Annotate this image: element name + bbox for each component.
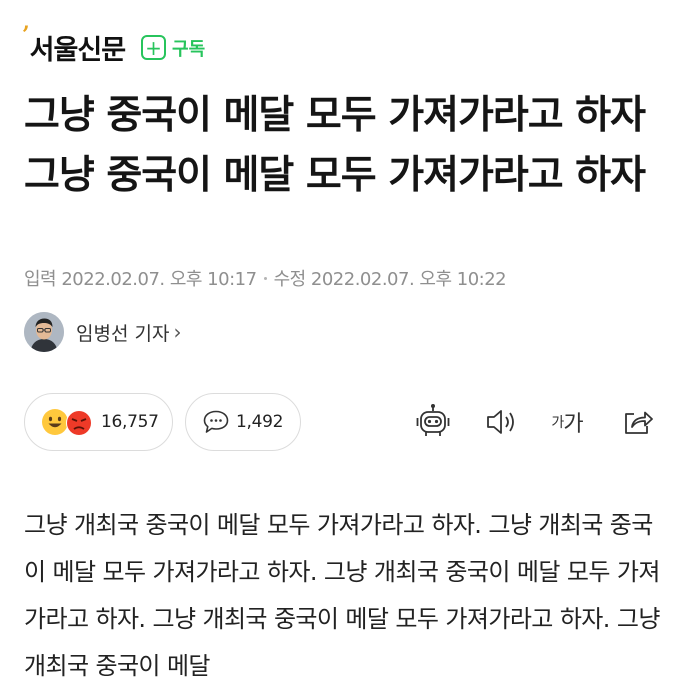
reporter-avatar — [24, 312, 64, 352]
meta-separator — [263, 276, 267, 280]
reaction-button[interactable]: 16,757 — [24, 393, 173, 451]
logo-mark: ’ — [22, 22, 30, 48]
press-logo[interactable]: ’ 서울신문 — [22, 22, 126, 67]
share-button[interactable] — [616, 400, 660, 444]
logo-text: 서울신문 — [29, 35, 126, 66]
reporter-link[interactable]: 임병선 기자 › — [24, 312, 181, 352]
comment-button[interactable]: 1,492 — [185, 393, 301, 451]
font-size-icon-large: 가 — [563, 412, 583, 437]
share-icon — [625, 411, 653, 434]
article-body: 그냥 개최국 중국이 메달 모두 가져가라고 하자. 그냥 개최국 중국이 메달… — [24, 511, 660, 680]
smile-emoji-icon — [42, 409, 68, 435]
speaker-icon — [487, 410, 514, 434]
header: ’ 서울신문 + 구독 — [22, 22, 205, 67]
comment-icon — [203, 410, 229, 433]
published-date: 입력 2022.02.07. 오후 10:17 — [24, 269, 257, 290]
robot-summary-icon — [416, 404, 450, 436]
article-title: 그냥 중국이 메달 모두 가져가라고 하자 그냥 중국이 메달 모두 가져가라고… — [24, 93, 646, 198]
font-size-icon-small: 가 — [551, 415, 564, 431]
angry-emoji-icon — [66, 410, 92, 436]
chevron-right-icon: › — [173, 320, 182, 344]
subscribe-label: 구독 — [172, 38, 206, 60]
summary-bot-button[interactable] — [411, 400, 455, 444]
comment-count: 1,492 — [236, 412, 284, 432]
plus-icon: + — [141, 35, 167, 60]
modified-date: 수정 2022.02.07. 오후 10:22 — [273, 269, 507, 290]
article-meta: 입력 2022.02.07. 오후 10:17 수정 2022.02.07. 오… — [24, 265, 507, 291]
reaction-count: 16,757 — [101, 412, 159, 432]
font-size-button[interactable]: 가가 — [545, 400, 589, 444]
listen-button[interactable] — [480, 400, 522, 444]
subscribe-button[interactable]: + 구독 — [141, 35, 205, 61]
reporter-name: 임병선 기자 — [76, 322, 170, 345]
